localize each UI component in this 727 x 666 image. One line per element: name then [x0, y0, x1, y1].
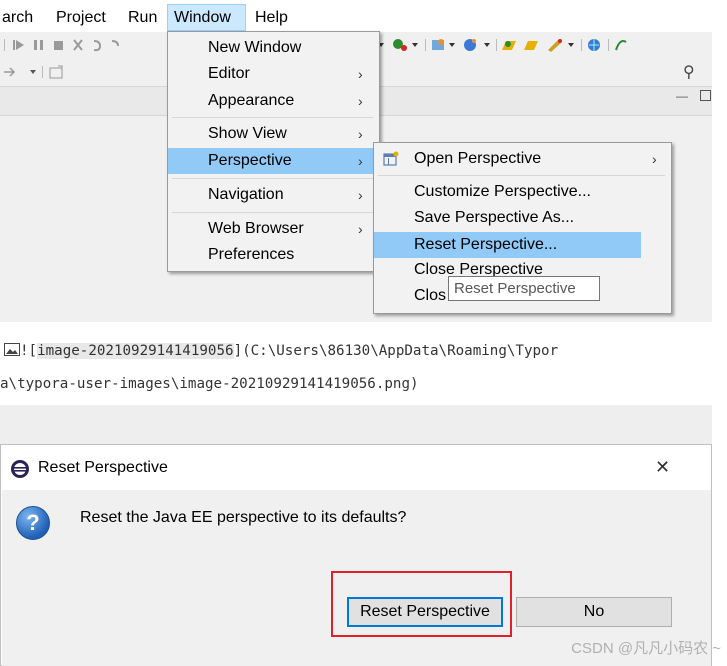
navigation-toolbar-icons[interactable]: [4, 64, 84, 80]
markdown-image-line-2: a\typora-user-images\image-2021092914141…: [0, 376, 419, 392]
submenu-arrow-icon: ›: [358, 187, 363, 203]
menu-run[interactable]: Run: [128, 8, 157, 28]
window-menu-dropdown: New Window Editor › Appearance › Show View…: [167, 31, 380, 272]
search-icon[interactable]: ⚲: [683, 62, 695, 82]
menu-item-label: Customize Perspective...: [414, 183, 591, 200]
menu-item-label: New Window: [208, 39, 302, 56]
menu-separator: [172, 212, 373, 213]
markdown-image-line-1: ![image-20210929141419056](C:\Users\8613…: [4, 341, 558, 361]
eclipse-window-screenshot: arch Project Run Window Help ⚲ — New Win…: [0, 0, 712, 322]
menu-window[interactable]: Window: [174, 8, 231, 28]
dialog-message: Reset the Java EE perspective to its def…: [80, 509, 407, 526]
menu-item-label: Reset Perspective...: [414, 236, 558, 253]
menu-separator: [378, 175, 665, 176]
eclipse-icon: [11, 460, 29, 478]
submenu-arrow-icon: ›: [358, 66, 363, 82]
menu-separator: [172, 178, 373, 179]
menu-item-label: Show View: [208, 125, 287, 142]
menu-item-label: Preferences: [208, 246, 295, 263]
menu-item-label: Open Perspective: [414, 150, 542, 167]
debug-toolbar-icons[interactable]: [4, 36, 164, 54]
menu-separator: [172, 117, 373, 118]
perspective-menu-item-reset[interactable]: Reset Perspective...: [374, 232, 641, 258]
submenu-arrow-icon: ›: [358, 93, 363, 109]
menu-item-label: Save Perspective As...: [414, 209, 575, 226]
dialog-title: Reset Perspective: [38, 459, 168, 476]
no-button[interactable]: No: [516, 597, 672, 627]
submenu-arrow-icon: ›: [358, 153, 363, 169]
menu-item-label: Navigation: [208, 186, 284, 203]
menu-item-label: Perspective: [208, 152, 292, 169]
question-icon: ?: [16, 506, 50, 540]
markdown-path: ](C:\Users\86130\AppData\Roaming\Typor: [233, 343, 559, 359]
close-icon[interactable]: ✕: [655, 456, 670, 478]
menu-search[interactable]: arch: [2, 8, 33, 28]
menu-project[interactable]: Project: [56, 8, 106, 28]
menu-item-label: Editor: [208, 65, 250, 82]
watermark: CSDN @凡凡小码农 ~: [571, 640, 721, 657]
open-perspective-icon: [383, 151, 399, 166]
menu-item-label: Appearance: [208, 92, 295, 109]
markdown-syntax: ![: [20, 343, 38, 359]
markdown-alt-text: image-20210929141419056: [37, 343, 234, 359]
menu-bar: arch Project Run Window Help: [0, 0, 712, 32]
submenu-arrow-icon: ›: [652, 151, 657, 167]
reset-perspective-button[interactable]: Reset Perspective: [347, 597, 503, 627]
menu-item-label: Web Browser: [208, 220, 304, 237]
image-placeholder-icon: [4, 343, 20, 356]
window-menu-item-perspective[interactable]: Perspective ›: [168, 148, 377, 174]
tooltip: Reset Perspective: [448, 276, 600, 301]
minimize-icon[interactable]: —: [676, 89, 688, 103]
menu-help[interactable]: Help: [255, 8, 288, 28]
main-toolbar-icons[interactable]: [378, 36, 708, 54]
maximize-icon[interactable]: [700, 90, 711, 101]
menu-item-label: Clos: [414, 287, 447, 304]
submenu-arrow-icon: ›: [358, 126, 363, 142]
submenu-arrow-icon: ›: [358, 221, 363, 237]
